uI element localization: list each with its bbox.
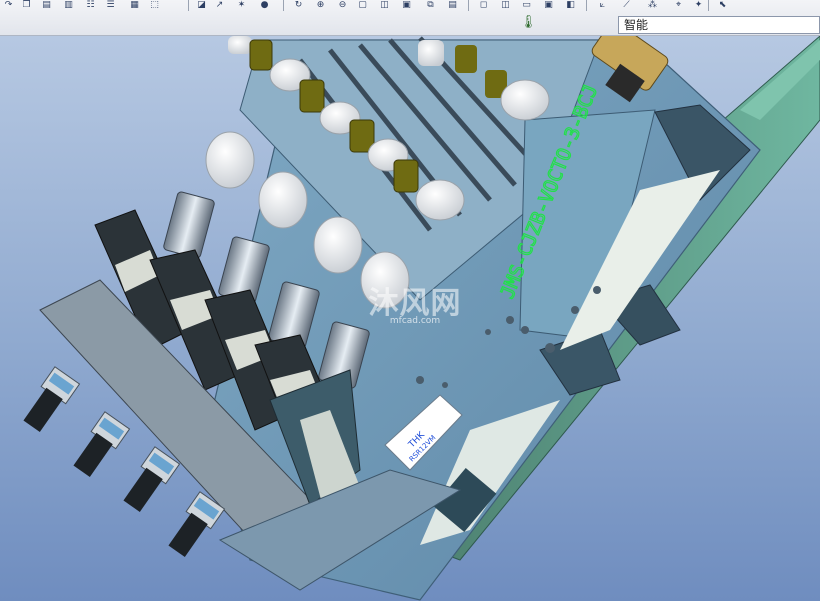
- model-viewport[interactable]: JMS-CJZB-VOCTO-3-BCJ THK RSR12VM 沐风网 mfc…: [0, 36, 820, 601]
- nozzle-3: [123, 446, 181, 512]
- reorient-icon[interactable]: ◫: [378, 0, 391, 10]
- datum-axis-icon[interactable]: ↗: [213, 0, 226, 10]
- regen-manager-icon[interactable]: ☰: [104, 0, 117, 10]
- window-icon[interactable]: ▦: [128, 0, 141, 10]
- toolbar-separator: [708, 0, 709, 11]
- hidden-line-icon[interactable]: ◫: [499, 0, 512, 10]
- toolbar-separator: [188, 0, 189, 11]
- elbow-fitting-2: [258, 171, 308, 229]
- regenerate-icon[interactable]: ☷: [84, 0, 97, 10]
- plane-display-icon[interactable]: ⟀: [596, 0, 609, 10]
- toolbar-separator: [586, 0, 587, 11]
- saved-views-icon[interactable]: ▣: [400, 0, 413, 10]
- shade-icon[interactable]: ●: [258, 0, 271, 10]
- select-cursor-icon[interactable]: ⬉: [716, 0, 729, 10]
- paste-icon[interactable]: ▤: [40, 0, 53, 10]
- watermark: 沐风网 mfcad.com: [330, 278, 500, 326]
- toolbar-separator: [283, 0, 284, 11]
- point-display-icon[interactable]: ⁂: [646, 0, 659, 10]
- csys-display-icon[interactable]: ⌖: [672, 0, 685, 10]
- copy-icon[interactable]: ❐: [20, 0, 33, 10]
- zoom-in-icon[interactable]: ⊕: [314, 0, 327, 10]
- annotation-display-icon[interactable]: ✦: [692, 0, 705, 10]
- datum-point-icon[interactable]: ✶: [235, 0, 248, 10]
- datum-plane-icon[interactable]: ◪: [195, 0, 208, 10]
- toolbar-separator: [468, 0, 469, 11]
- shading-mode-icon[interactable]: ▣: [542, 0, 555, 10]
- watermark-site: mfcad.com: [389, 316, 441, 326]
- toolbar-icon-row: ↷ ❐ ▤ ▥ ☷ ☰ ▦ ⬚ ◪ ↗ ✶ ● ↻ ⊕ ⊖ ▢ ◫ ▣ ⧉ ▤ …: [0, 0, 760, 12]
- axis-display-icon[interactable]: ⟋: [620, 0, 633, 10]
- selection-filter-select[interactable]: 智能: [618, 16, 820, 34]
- enhanced-realism-icon[interactable]: ◧: [564, 0, 577, 10]
- paste-special-icon[interactable]: ▥: [62, 0, 75, 10]
- elbow-fitting-3: [313, 216, 363, 274]
- refit-icon[interactable]: ▢: [356, 0, 369, 10]
- elbow-fitting-1: [205, 131, 255, 189]
- main-toolbar: ↷ ❐ ▤ ▥ ☷ ☰ ▦ ⬚ ◪ ↗ ✶ ● ↻ ⊕ ⊖ ▢ ◫ ▣ ⧉ ▤ …: [0, 0, 820, 36]
- cylinder-1: [163, 191, 215, 259]
- nozzle-1: [23, 366, 81, 432]
- layers-icon[interactable]: ⧉: [424, 0, 437, 10]
- no-hidden-icon[interactable]: ▭: [520, 0, 533, 10]
- nozzle-4: [168, 491, 226, 557]
- regen-status-icon: 🌡: [520, 15, 537, 30]
- spin-icon[interactable]: ↻: [292, 0, 305, 10]
- redo-icon[interactable]: ↷: [2, 0, 15, 10]
- nozzle-2: [73, 411, 131, 477]
- appearance-icon[interactable]: ▤: [446, 0, 459, 10]
- select-box-icon[interactable]: ⬚: [148, 0, 161, 10]
- zoom-out-icon[interactable]: ⊖: [336, 0, 349, 10]
- wireframe-icon[interactable]: ◻: [477, 0, 490, 10]
